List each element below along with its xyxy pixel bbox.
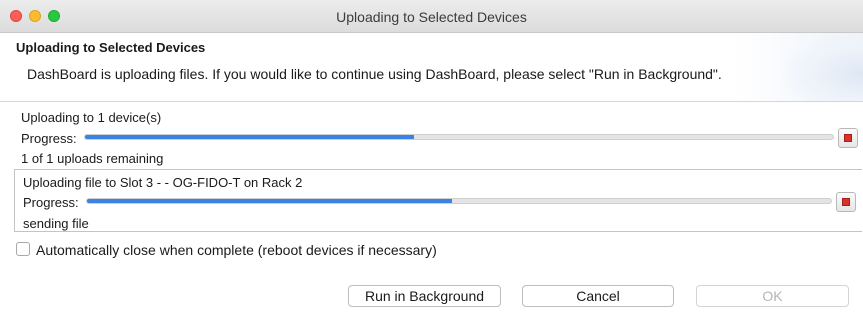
cancel-button[interactable]: Cancel [522,285,674,307]
overall-status-text: Uploading to 1 device(s) [21,110,162,125]
upload-dialog: Uploading to Selected Devices Uploading … [0,0,863,334]
stop-device-upload-button[interactable] [836,192,856,212]
device-progress-bar [86,198,832,204]
device-upload-state: sending file [23,216,89,231]
stop-all-uploads-button[interactable] [838,128,858,148]
stop-icon [844,134,852,142]
stop-icon [842,198,850,206]
uploads-remaining-text: 1 of 1 uploads remaining [21,151,164,166]
auto-close-label[interactable]: Automatically close when complete (reboo… [36,242,437,258]
overall-progress-label: Progress: [21,131,77,146]
device-progress-label: Progress: [23,195,79,210]
auto-close-checkbox[interactable] [16,242,30,256]
run-in-background-button[interactable]: Run in Background [348,285,501,307]
overall-progress-bar [84,134,834,140]
ok-button[interactable]: OK [696,285,849,307]
title-bar[interactable]: Uploading to Selected Devices [0,0,863,33]
window-title: Uploading to Selected Devices [336,9,527,25]
header-title: Uploading to Selected Devices [16,40,206,55]
header-description: DashBoard is uploading files. If you wou… [27,66,722,82]
header-decoration [783,33,863,101]
header-separator [0,101,863,102]
device-upload-status: Uploading file to Slot 3 - - OG-FIDO-T o… [23,175,303,190]
device-progress-fill [87,199,452,203]
overall-progress-fill [85,135,415,139]
